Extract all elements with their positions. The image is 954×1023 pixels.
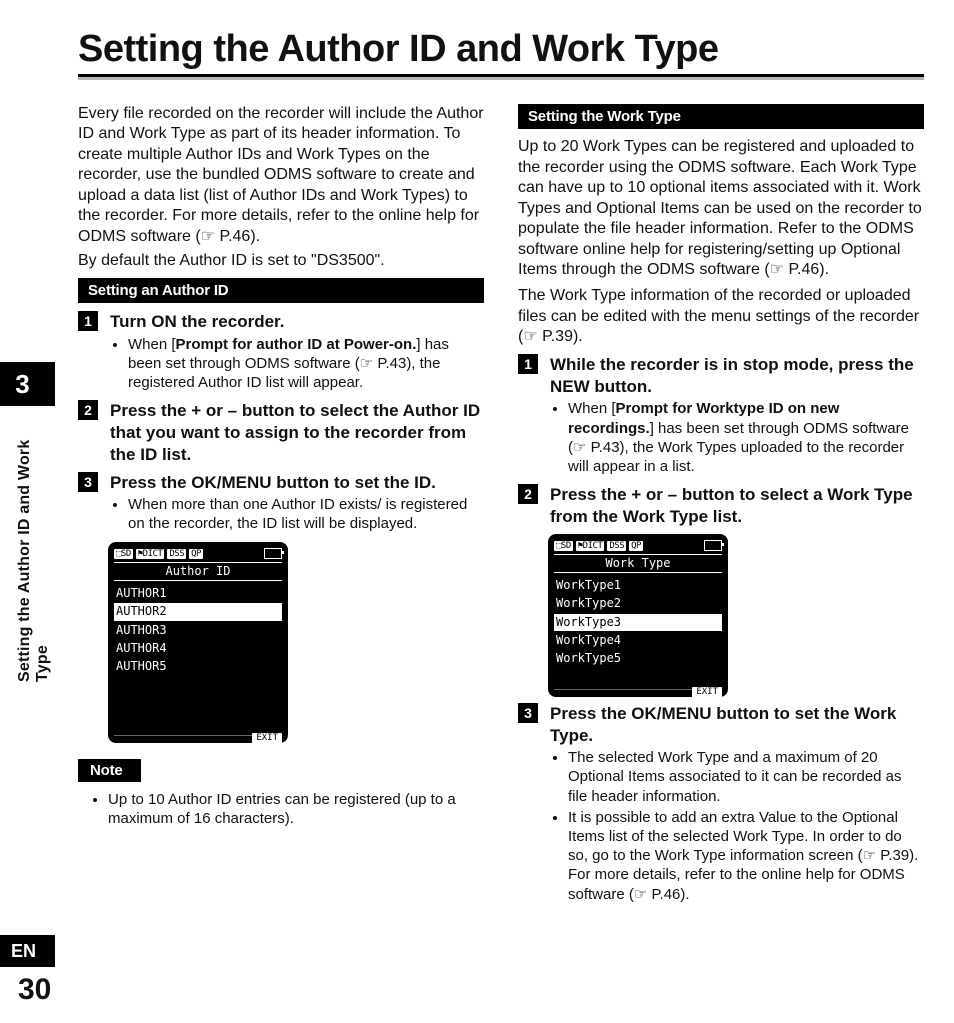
lcd-row: AUTHOR3 bbox=[114, 622, 282, 639]
lcd-row: WorkType4 bbox=[554, 632, 722, 649]
lcd-title: Work Type bbox=[554, 554, 722, 573]
wt-step-2-text: Press the + or – button to select a Work… bbox=[550, 484, 924, 528]
intro-text-2: By default the Author ID is set to "DS35… bbox=[78, 251, 484, 271]
note-bullet: Up to 10 Author ID entries can be regist… bbox=[108, 790, 484, 828]
lcd-row: AUTHOR4 bbox=[114, 640, 282, 657]
lcd-icon-dict: ⚑DICT bbox=[136, 549, 165, 559]
wt-step-3-bullet-2: It is possible to add an extra Value to … bbox=[568, 808, 924, 904]
step-1-bullet: When [Prompt for author ID at Power-on.]… bbox=[128, 335, 484, 393]
lcd-icon-qp: QP bbox=[629, 541, 643, 551]
step-marker-2: 2 bbox=[518, 484, 538, 504]
wt-step-3-text: Press the OK/MENU button to set the Work… bbox=[550, 703, 924, 747]
step-marker-3: 3 bbox=[518, 703, 538, 723]
lcd-work-type: ⬚SD ⚑DICT DSS QP Work Type WorkType1 Wor… bbox=[548, 534, 728, 697]
step-3-text: Press the OK/MENU button to set the ID. bbox=[110, 472, 484, 494]
section-work-type: Setting the Work Type bbox=[518, 104, 924, 129]
step-1-text: Turn ON the recorder. bbox=[110, 311, 484, 333]
lcd-exit: EXIT bbox=[692, 687, 722, 699]
wt-step-1: 1 While the recorder is in stop mode, pr… bbox=[518, 354, 924, 398]
wt-step-3: 3 Press the OK/MENU button to set the Wo… bbox=[518, 703, 924, 747]
section-author-id: Setting an Author ID bbox=[78, 278, 484, 303]
step-marker-3: 3 bbox=[78, 472, 98, 492]
wt-intro-2: The Work Type information of the recorde… bbox=[518, 286, 924, 347]
step-3: 3 Press the OK/MENU button to set the ID… bbox=[78, 472, 484, 494]
wt-step-1-bullet: When [Prompt for Worktype ID on new reco… bbox=[568, 399, 924, 476]
chapter-number: 3 bbox=[0, 362, 55, 406]
lcd-icon-qp: QP bbox=[189, 549, 203, 559]
lcd-row: AUTHOR1 bbox=[114, 585, 282, 602]
step-1: 1 Turn ON the recorder. bbox=[78, 311, 484, 333]
page-number: 30 bbox=[18, 973, 51, 1007]
step-marker-1: 1 bbox=[518, 354, 538, 374]
battery-icon bbox=[704, 540, 722, 551]
left-column: Every file recorded on the recorder will… bbox=[78, 104, 484, 989]
right-column: Setting the Work Type Up to 20 Work Type… bbox=[518, 104, 924, 989]
intro-text-1: Every file recorded on the recorder will… bbox=[78, 104, 484, 247]
lcd-row-selected: WorkType3 bbox=[554, 614, 722, 631]
lcd-author-id: ⬚SD ⚑DICT DSS QP Author ID AUTHOR1 AUTHO… bbox=[108, 542, 288, 743]
step-marker-2: 2 bbox=[78, 400, 98, 420]
lcd-icon-sd: ⬚SD bbox=[114, 549, 133, 559]
lcd-row: AUTHOR5 bbox=[114, 658, 282, 675]
section-note: Note bbox=[78, 759, 141, 782]
wt-intro-1: Up to 20 Work Types can be registered an… bbox=[518, 137, 924, 280]
side-tab: 3 Setting the Author ID and Work Type bbox=[0, 362, 55, 662]
lcd-icon-dss: DSS bbox=[167, 549, 186, 559]
lcd-icon-sd: ⬚SD bbox=[554, 541, 573, 551]
step-marker-1: 1 bbox=[78, 311, 98, 331]
step-2: 2 Press the + or – button to select the … bbox=[78, 400, 484, 465]
step-3-bullet: When more than one Author ID exists/ is … bbox=[128, 495, 484, 533]
lcd-row: WorkType2 bbox=[554, 595, 722, 612]
lcd-row: WorkType5 bbox=[554, 650, 722, 667]
page-title: Setting the Author ID and Work Type bbox=[78, 30, 924, 80]
lcd-row-selected: AUTHOR2 bbox=[114, 603, 282, 620]
lcd-title: Author ID bbox=[114, 562, 282, 581]
wt-step-1-text: While the recorder is in stop mode, pres… bbox=[550, 354, 924, 398]
lcd-row: WorkType1 bbox=[554, 577, 722, 594]
side-title: Setting the Author ID and Work Type bbox=[0, 412, 52, 682]
lcd-icon-dict: ⚑DICT bbox=[576, 541, 605, 551]
lcd-icon-dss: DSS bbox=[607, 541, 626, 551]
lang-badge: EN bbox=[0, 935, 55, 967]
lcd-exit: EXIT bbox=[252, 733, 282, 745]
manual-page: 3 Setting the Author ID and Work Type EN… bbox=[0, 0, 954, 1023]
wt-step-2: 2 Press the + or – button to select a Wo… bbox=[518, 484, 924, 528]
step-2-text: Press the + or – button to select the Au… bbox=[110, 400, 484, 465]
battery-icon bbox=[264, 548, 282, 559]
wt-step-3-bullet-1: The selected Work Type and a maximum of … bbox=[568, 748, 924, 806]
